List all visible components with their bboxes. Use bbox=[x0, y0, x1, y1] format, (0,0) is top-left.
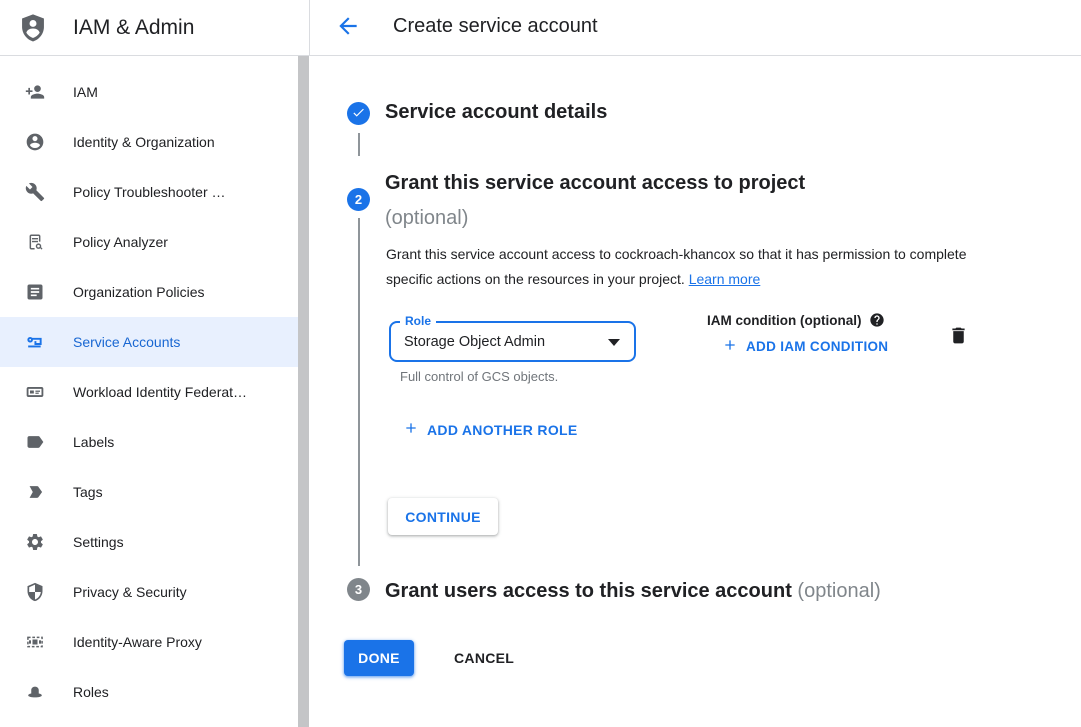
sidebar-item-organization-policies[interactable]: Organization Policies bbox=[0, 267, 298, 317]
account-circle-icon bbox=[25, 132, 45, 152]
step2-description-text: Grant this service account access to coc… bbox=[386, 246, 967, 287]
sidebar-item-label: Workload Identity Federat… bbox=[73, 384, 247, 400]
sidebar-item-label: Policy Troubleshooter … bbox=[73, 184, 226, 200]
sidebar-item-label: Roles bbox=[73, 684, 109, 700]
proxy-grid-icon bbox=[25, 632, 45, 652]
step3-heading-text: Grant users access to this service accou… bbox=[385, 580, 792, 602]
iam-condition-label-text: IAM condition (optional) bbox=[707, 313, 861, 328]
sidebar-item-roles[interactable]: Roles bbox=[0, 667, 298, 717]
step3-heading: Grant users access to this service accou… bbox=[385, 580, 881, 603]
role-helper-text: Full control of GCS objects. bbox=[400, 369, 558, 384]
iam-condition-label: IAM condition (optional) bbox=[707, 312, 885, 328]
step2-description: Grant this service account access to coc… bbox=[386, 242, 984, 292]
add-another-role-button[interactable]: ADD ANOTHER ROLE bbox=[403, 420, 578, 439]
check-icon bbox=[351, 105, 366, 123]
step-connector bbox=[358, 218, 360, 566]
step2-heading-text: Grant this service account access to pro… bbox=[385, 172, 805, 194]
back-button[interactable] bbox=[334, 13, 362, 41]
sidebar-item-label: Settings bbox=[73, 534, 124, 550]
step3-indicator: 3 bbox=[347, 578, 370, 601]
service-account-key-icon bbox=[25, 332, 45, 352]
shield-half-icon bbox=[25, 582, 45, 602]
iam-shield-icon bbox=[17, 12, 49, 44]
continue-button[interactable]: CONTINUE bbox=[388, 498, 498, 535]
sidebar-scrollbar[interactable] bbox=[298, 56, 309, 727]
sidebar-item-policy-analyzer[interactable]: Policy Analyzer bbox=[0, 217, 298, 267]
sidebar-item-label: Identity-Aware Proxy bbox=[73, 634, 202, 650]
sidebar-item-label: Policy Analyzer bbox=[73, 234, 168, 250]
cancel-button[interactable]: CANCEL bbox=[434, 640, 534, 676]
trash-icon bbox=[948, 334, 969, 349]
sidebar-item-label: Organization Policies bbox=[73, 284, 205, 300]
chevron-down-icon bbox=[608, 339, 620, 346]
label-icon bbox=[25, 432, 45, 452]
sidebar-item-settings[interactable]: Settings bbox=[0, 517, 298, 567]
sidebar-item-iam[interactable]: IAM bbox=[0, 67, 298, 117]
sidebar-item-workload-identity-federation[interactable]: Workload Identity Federat… bbox=[0, 367, 298, 417]
sidebar-item-tags[interactable]: Tags bbox=[0, 467, 298, 517]
id-card-icon bbox=[25, 382, 45, 402]
plus-icon bbox=[403, 420, 427, 439]
learn-more-link[interactable]: Learn more bbox=[689, 271, 761, 287]
add-iam-condition-button[interactable]: ADD IAM CONDITION bbox=[722, 337, 888, 356]
app-title: IAM & Admin bbox=[73, 16, 194, 40]
arrow-back-icon bbox=[335, 27, 361, 42]
tag-arrow-icon bbox=[25, 482, 45, 502]
sidebar-item-identity-aware-proxy[interactable]: Identity-Aware Proxy bbox=[0, 617, 298, 667]
policy-analyzer-icon bbox=[25, 232, 45, 252]
sidebar-item-label: Privacy & Security bbox=[73, 584, 187, 600]
sidebar-item-policy-troubleshooter[interactable]: Policy Troubleshooter … bbox=[0, 167, 298, 217]
sidebar-item-identity-organization[interactable]: Identity & Organization bbox=[0, 117, 298, 167]
sidebar-item-label: IAM bbox=[73, 84, 98, 100]
step-connector bbox=[358, 133, 360, 156]
gear-icon bbox=[25, 532, 45, 552]
plus-icon bbox=[722, 337, 746, 356]
sidebar-item-label: Labels bbox=[73, 434, 114, 450]
iam-admin-app: IAM & Admin Create service account IAM I… bbox=[0, 0, 1081, 727]
page-title: Create service account bbox=[393, 15, 598, 38]
sidebar-item-label: Identity & Organization bbox=[73, 134, 215, 150]
step1-heading: Service account details bbox=[385, 101, 607, 124]
app-header: IAM & Admin Create service account bbox=[0, 0, 1081, 56]
sidebar: IAM Identity & Organization Policy Troub… bbox=[0, 56, 298, 727]
brand[interactable]: IAM & Admin bbox=[0, 0, 310, 55]
role-field-label: Role bbox=[400, 314, 436, 328]
step1-completed-indicator bbox=[347, 102, 370, 125]
role-select[interactable]: Role Storage Object Admin bbox=[389, 321, 636, 362]
sidebar-item-privacy-security[interactable]: Privacy & Security bbox=[0, 567, 298, 617]
step2-optional-label: (optional) bbox=[385, 207, 468, 229]
sidebar-item-labels[interactable]: Labels bbox=[0, 417, 298, 467]
article-icon bbox=[25, 282, 45, 302]
role-selected-value: Storage Object Admin bbox=[404, 334, 545, 350]
add-iam-condition-label: ADD IAM CONDITION bbox=[746, 339, 888, 354]
add-another-role-label: ADD ANOTHER ROLE bbox=[427, 422, 578, 438]
delete-role-button[interactable] bbox=[946, 325, 970, 349]
step2-heading: Grant this service account access to pro… bbox=[385, 166, 805, 236]
person-add-icon bbox=[25, 82, 45, 102]
wrench-icon bbox=[25, 182, 45, 202]
hat-icon bbox=[25, 682, 45, 702]
create-service-account-form: Service account details 2 Grant this ser… bbox=[310, 56, 1081, 727]
step3-optional-label: (optional) bbox=[797, 580, 880, 602]
done-button[interactable]: DONE bbox=[344, 640, 414, 676]
help-icon[interactable] bbox=[869, 312, 885, 328]
sidebar-item-label: Tags bbox=[73, 484, 103, 500]
step2-indicator: 2 bbox=[347, 188, 370, 211]
sidebar-item-service-accounts[interactable]: Service Accounts bbox=[0, 317, 298, 367]
sidebar-item-label: Service Accounts bbox=[73, 334, 180, 350]
